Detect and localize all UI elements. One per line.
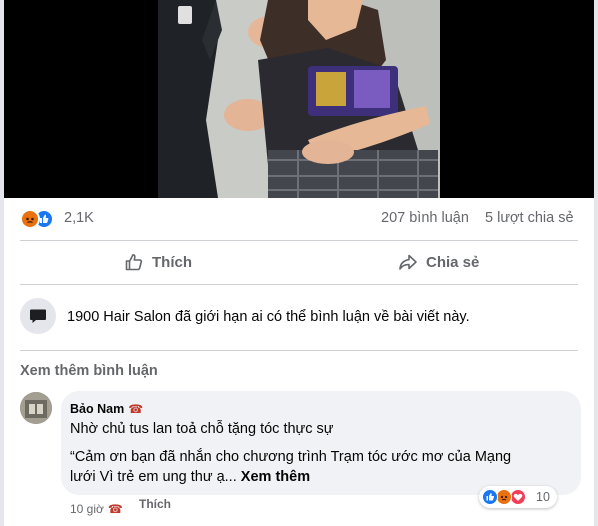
avatar[interactable] xyxy=(20,392,52,424)
see-more-link[interactable]: Xem thêm xyxy=(241,469,310,485)
thumbs-up-outline-icon xyxy=(124,252,144,272)
comment-text-line: Nhờ chủ tus lan toả chỗ tặng tóc thực sự xyxy=(70,421,334,437)
comment-reactions-summary[interactable]: 10 xyxy=(479,486,557,508)
view-more-comments-link[interactable]: Xem thêm bình luận xyxy=(20,363,158,379)
comment-author-name: Bảo Nam xyxy=(70,402,125,416)
notice-divider xyxy=(20,350,578,351)
like-button-label: Thích xyxy=(152,253,192,271)
comment-timestamp[interactable]: 10 giờ xyxy=(70,502,104,516)
video-frame xyxy=(158,0,440,198)
actions-divider xyxy=(20,284,578,285)
share-arrow-icon xyxy=(398,252,418,272)
comment-author[interactable]: Bảo Nam ☎ xyxy=(70,402,143,416)
notice-text: 1900 Hair Salon đã giới hạn ai có thể bì… xyxy=(67,309,470,325)
post-reactions-summary[interactable] xyxy=(20,209,60,229)
angry-react-icon xyxy=(20,209,40,229)
comment-restriction-notice: 1900 Hair Salon đã giới hạn ai có thể bì… xyxy=(20,298,580,334)
post-card: 2,1K 207 bình luận 5 lượt chia sẻ Thích … xyxy=(4,0,594,526)
telephone-emoji-icon: ☎ xyxy=(107,502,123,516)
like-react-icon xyxy=(482,489,498,505)
speech-bubble-icon xyxy=(20,298,56,334)
comment-text-fragment: lưới Vì trẻ em ung thư ạ... xyxy=(70,469,237,485)
post-reaction-count[interactable]: 2,1K xyxy=(64,210,94,226)
post-share-count[interactable]: 5 lượt chia sẻ xyxy=(485,210,574,226)
angry-react-icon xyxy=(496,489,512,505)
like-button[interactable]: Thích xyxy=(124,244,192,280)
post-stats-row: 2,1K 207 bình luận 5 lượt chia sẻ xyxy=(4,198,594,240)
video-thumbnail-illustration xyxy=(158,0,440,198)
comment-bubble: Bảo Nam ☎ Nhờ chủ tus lan toả chỗ tặng t… xyxy=(61,391,581,508)
comment-text-line: “Cảm ơn bạn đã nhắn cho chương trình Trạ… xyxy=(70,449,512,465)
comment-reaction-count: 10 xyxy=(536,490,550,504)
share-button[interactable]: Chia sẻ xyxy=(398,244,479,280)
comment-like-link[interactable]: Thích xyxy=(139,497,171,511)
stats-divider xyxy=(20,240,578,241)
telephone-emoji-icon: ☎ xyxy=(128,402,144,416)
love-react-icon xyxy=(510,489,526,505)
post-comment-count[interactable]: 207 bình luận xyxy=(381,210,469,226)
comment-meta: 10 giờ ☎ xyxy=(70,502,123,516)
video-player[interactable] xyxy=(4,0,594,198)
share-button-label: Chia sẻ xyxy=(426,253,480,271)
comment-text-line: lưới Vì trẻ em ung thư ạ... Xem thêm xyxy=(70,469,310,485)
